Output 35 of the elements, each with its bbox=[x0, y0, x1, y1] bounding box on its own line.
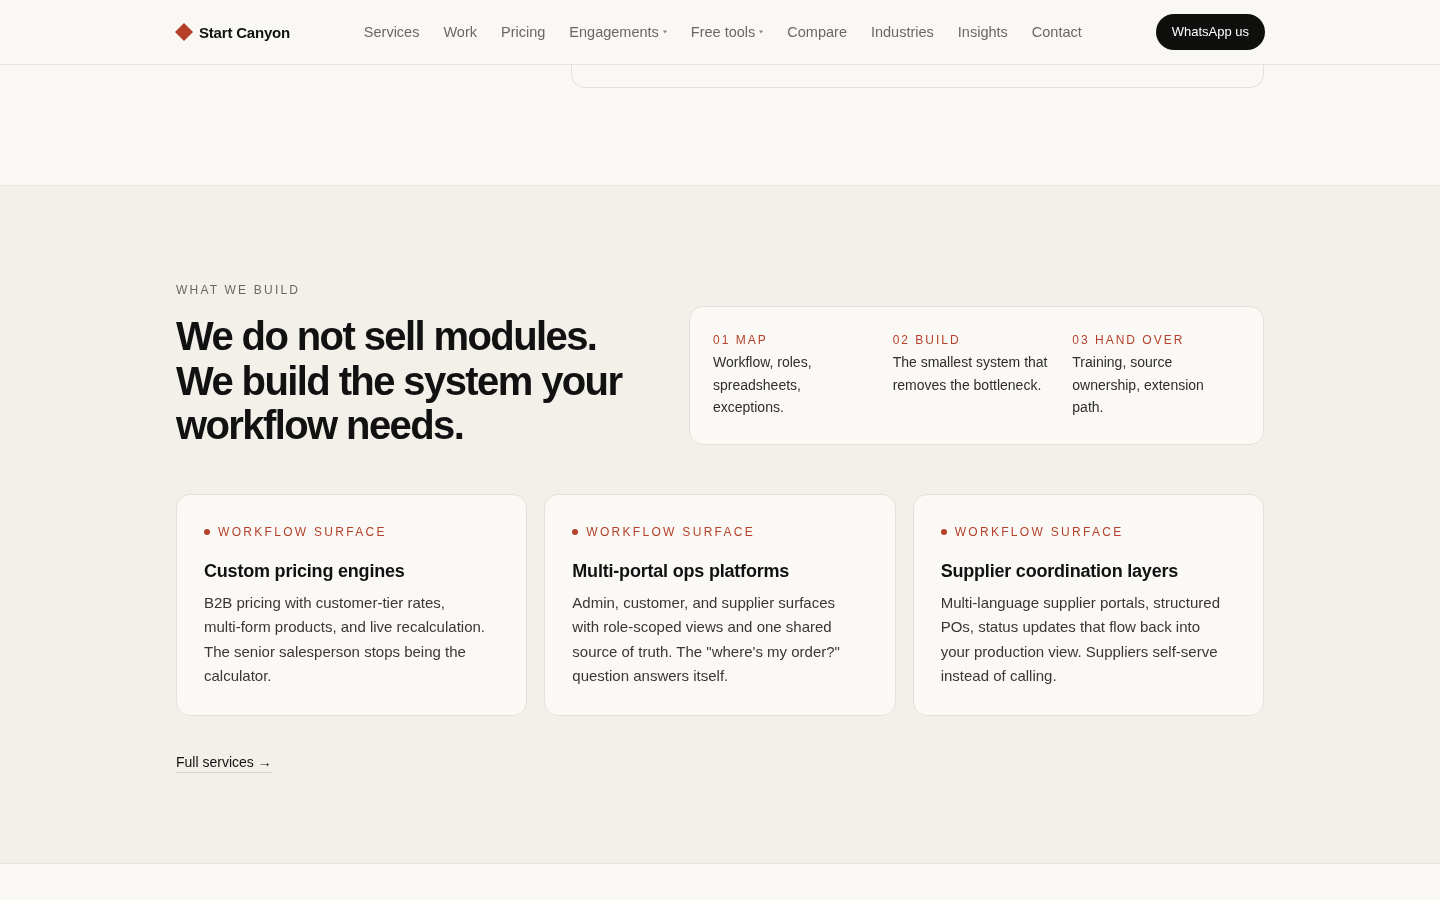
nav-link[interactable]: Pricing bbox=[501, 24, 546, 40]
nav-link[interactable]: Compare bbox=[787, 24, 847, 40]
nav-link[interactable]: Industries bbox=[870, 24, 934, 40]
caret-icon bbox=[759, 30, 764, 34]
card-tag: WORKFLOW SURFACE bbox=[218, 523, 387, 540]
dot-icon bbox=[940, 528, 947, 535]
section-eyebrow: WHAT WE BUILD bbox=[176, 282, 302, 298]
full-services-link[interactable]: Full services → bbox=[176, 751, 272, 773]
card-description: Admin, customer, and supplier surfaces with role-scoped views and one shared source of truth. The "where's my order?" question answers itself. bbox=[572, 592, 841, 686]
card-description: B2B pricing with customer-tier rates, multi-form products, and live recalculation. The senior salesperson stops being the calculator. bbox=[204, 592, 486, 686]
dot-icon bbox=[572, 528, 579, 535]
card-tag: WORKFLOW SURFACE bbox=[586, 523, 756, 540]
caret-icon bbox=[662, 30, 667, 34]
step-label: 01 MAP bbox=[713, 332, 769, 348]
step-description: Workflow, roles, spreadsheets, exceptions. bbox=[713, 353, 813, 417]
card-title: Custom pricing engines bbox=[204, 559, 406, 583]
brand-name[interactable]: Start Canyon bbox=[199, 23, 290, 41]
card-title: Supplier coordination layers bbox=[940, 559, 1180, 583]
dot-icon bbox=[204, 528, 210, 535]
nav-link[interactable]: Services bbox=[363, 24, 420, 40]
nav-dropdown[interactable]: Free tools bbox=[690, 24, 764, 40]
whatsapp-button[interactable]: WhatsApp us bbox=[1155, 13, 1265, 50]
diamond-logo-icon bbox=[175, 23, 193, 41]
card-description: Multi-language supplier portals, structured POs, status updates that flow back into your production view. Suppliers self-serve instead of calling. bbox=[940, 592, 1221, 686]
section-heading: We do not sell modules. We build the system your workflow needs. bbox=[176, 314, 623, 448]
step-label: 03 HAND OVER bbox=[1072, 332, 1186, 348]
nav-link[interactable]: Insights bbox=[957, 24, 1008, 40]
step-description: The smallest system that removes the bottleneck. bbox=[892, 353, 1049, 395]
step-label: 02 BUILD bbox=[892, 332, 962, 348]
nav-dropdown[interactable]: Engagements bbox=[569, 24, 667, 40]
nav-link[interactable]: Work bbox=[443, 24, 477, 40]
nav-link[interactable]: Contact bbox=[1031, 24, 1082, 40]
card-tag: WORKFLOW SURFACE bbox=[954, 523, 1124, 540]
step-description: Training, source ownership, extension path. bbox=[1072, 353, 1205, 417]
card-title: Multi-portal ops platforms bbox=[572, 559, 791, 583]
